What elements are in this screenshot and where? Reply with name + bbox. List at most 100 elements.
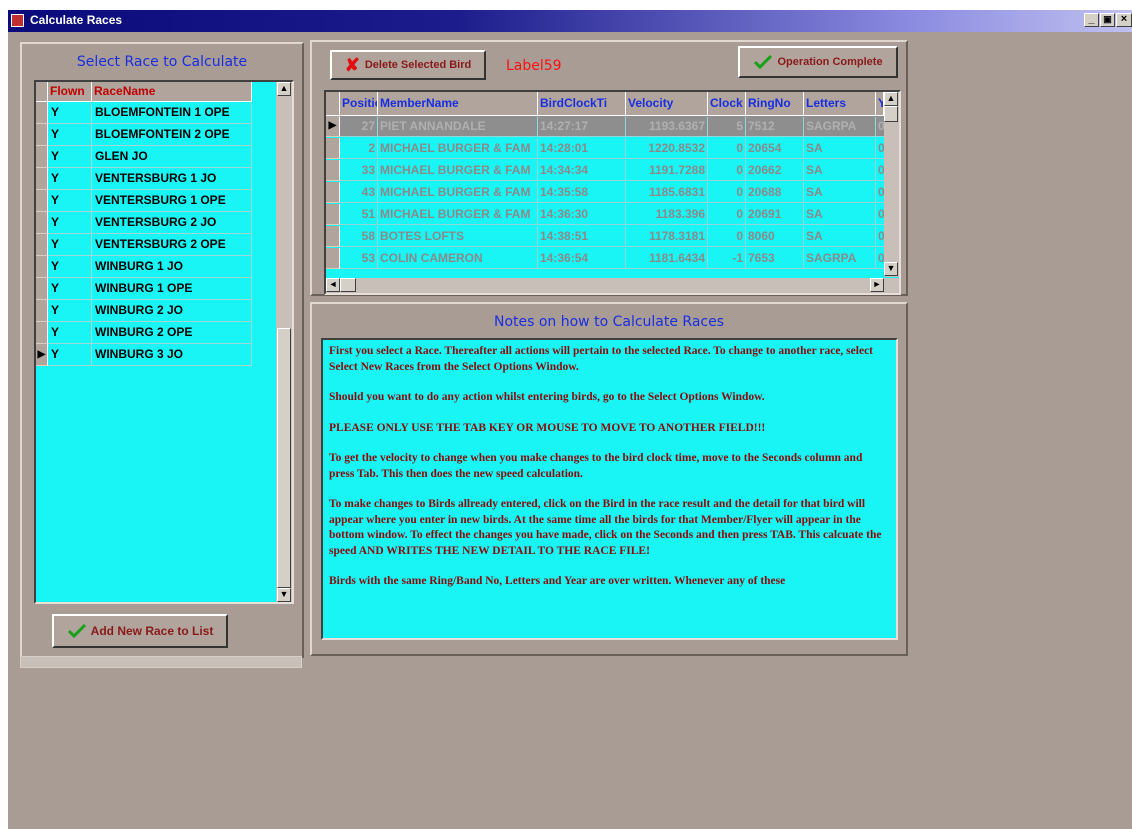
delete-selected-bird-button[interactable]: ✘ Delete Selected Bird [330,50,486,80]
row-selector[interactable] [36,190,48,212]
row-selector[interactable] [36,234,48,256]
race-list-item[interactable]: Y WINBURG 1 OPE [36,278,252,300]
race-list-scrollbar[interactable]: ▲ ▼ [276,82,292,602]
column-header-ringno[interactable]: RingNo [746,92,804,116]
scroll-thumb[interactable] [277,328,291,588]
row-selector[interactable] [326,138,340,159]
cell-velocity[interactable]: 1185.6831 [626,182,708,203]
race-list-item[interactable]: Y BLOEMFONTEIN 1 OPE [36,102,252,124]
race-list-item[interactable]: Y VENTERSBURG 1 JO [36,168,252,190]
cell-letters[interactable]: SA [804,204,876,225]
cell-bird-clock-time[interactable]: 14:38:51 [538,226,626,247]
race-list-item[interactable]: Y VENTERSBURG 2 JO [36,212,252,234]
cell-clock[interactable]: 5 [708,116,746,137]
column-header-flown[interactable]: Flown [48,82,92,102]
table-row[interactable]: 2 MICHAEL BURGER & FAM 14:28:01 1220.8532 0 2… [326,138,896,159]
cell-member-name[interactable]: MICHAEL BURGER & FAM [378,138,538,159]
row-selector[interactable] [36,256,48,278]
column-header-membername[interactable]: MemberName [378,92,538,116]
table-row[interactable]: 53 COLIN CAMERON 14:36:54 1181.6434 -1 7653 SA… [326,248,896,269]
close-button[interactable]: × [1116,13,1132,27]
cell-letters[interactable]: SAGRPA [804,248,876,269]
column-header-letters[interactable]: Letters [804,92,876,116]
title-bar[interactable]: Calculate Races [8,10,1132,32]
cell-velocity[interactable]: 1181.6434 [626,248,708,269]
cell-bird-clock-time[interactable]: 14:27:17 [538,116,626,137]
row-selector[interactable]: ▶ [326,116,340,137]
row-selector[interactable] [36,168,48,190]
cell-member-name[interactable]: COLIN CAMERON [378,248,538,269]
grid-scroll-down-arrow-icon[interactable]: ▼ [884,262,898,276]
race-results-grid[interactable]: Positio MemberName BirdClockTi Velocity … [324,90,901,295]
column-header-racename[interactable]: RaceName [92,82,252,102]
row-selector[interactable] [36,124,48,146]
race-list-item[interactable]: ▶ Y WINBURG 3 JO [36,344,252,366]
cell-bird-clock-time[interactable]: 14:36:54 [538,248,626,269]
restore-button[interactable]: ​▣ [1100,13,1115,27]
operation-complete-button[interactable]: Operation Complete [738,46,898,78]
grid-scroll-thumb[interactable] [884,106,898,122]
race-list-item[interactable]: Y GLEN JO [36,146,252,168]
column-header-birdclocktime[interactable]: BirdClockTi [538,92,626,116]
cell-member-name[interactable]: MICHAEL BURGER & FAM [378,182,538,203]
cell-ring-no[interactable]: 8060 [746,226,804,247]
cell-position[interactable]: 53 [340,248,378,269]
race-list[interactable]: Flown RaceName Y BLOEMFONTEIN 1 OPE Y BLOEM… [34,80,294,604]
scroll-down-arrow-icon[interactable]: ▼ [277,588,291,602]
cell-member-name[interactable]: BOTES LOFTS [378,226,538,247]
cell-position[interactable]: 58 [340,226,378,247]
race-list-item[interactable]: Y WINBURG 1 JO [36,256,252,278]
add-new-race-button[interactable]: Add New Race to List [52,614,228,648]
row-selector[interactable] [36,212,48,234]
cell-velocity[interactable]: 1191.7288 [626,160,708,181]
row-selector[interactable] [326,204,340,225]
row-selector[interactable] [36,278,48,300]
grid-scroll-up-arrow-icon[interactable]: ▲ [884,92,898,106]
race-list-item[interactable]: Y BLOEMFONTEIN 2 OPE [36,124,252,146]
race-list-item[interactable]: Y WINBURG 2 JO [36,300,252,322]
cell-letters[interactable]: SAGRPA [804,116,876,137]
cell-member-name[interactable]: PIET ANNANDALE [378,116,538,137]
cell-letters[interactable]: SA [804,138,876,159]
row-selector[interactable] [326,226,340,247]
row-selector[interactable] [36,300,48,322]
row-selector[interactable] [36,146,48,168]
cell-velocity[interactable]: 1220.8532 [626,138,708,159]
column-header-position[interactable]: Positio [340,92,378,116]
cell-clock[interactable]: 0 [708,226,746,247]
table-row[interactable]: 43 MICHAEL BURGER & FAM 14:35:58 1185.6831 0… [326,182,896,203]
cell-ring-no[interactable]: 7653 [746,248,804,269]
cell-position[interactable]: 43 [340,182,378,203]
cell-clock[interactable]: 0 [708,204,746,225]
cell-position[interactable]: 27 [340,116,378,137]
cell-bird-clock-time[interactable]: 14:36:30 [538,204,626,225]
cell-position[interactable]: 51 [340,204,378,225]
cell-clock[interactable]: 0 [708,182,746,203]
cell-bird-clock-time[interactable]: 14:28:01 [538,138,626,159]
row-selector[interactable] [36,102,48,124]
race-list-item[interactable]: Y VENTERSBURG 1 OPE [36,190,252,212]
column-header-year[interactable]: Y [876,92,884,116]
race-list-item[interactable]: Y VENTERSBURG 2 OPE [36,234,252,256]
grid-hscroll-thumb[interactable] [340,278,356,292]
grid-vertical-scrollbar[interactable]: ▲ ▼ [884,92,899,277]
cell-position[interactable]: 33 [340,160,378,181]
race-list-item[interactable]: Y WINBURG 2 OPE [36,322,252,344]
cell-bird-clock-time[interactable]: 14:34:34 [538,160,626,181]
cell-position[interactable]: 2 [340,138,378,159]
cell-letters[interactable]: SA [804,226,876,247]
grid-horizontal-scrollbar[interactable]: ◄ ► [326,278,899,293]
cell-velocity[interactable]: 1193.6367 [626,116,708,137]
table-row[interactable]: 51 MICHAEL BURGER & FAM 14:36:30 1183.396 0 2… [326,204,896,225]
row-selector[interactable] [326,182,340,203]
scroll-up-arrow-icon[interactable]: ▲ [277,82,291,96]
minimize-button[interactable]: _ [1084,13,1099,27]
cell-velocity[interactable]: 1178.3181 [626,226,708,247]
cell-letters[interactable]: SA [804,160,876,181]
table-row[interactable]: 33 MICHAEL BURGER & FAM 14:34:34 1191.7288 0… [326,160,896,181]
cell-letters[interactable]: SA [804,182,876,203]
row-selector[interactable]: ▶ [36,344,48,366]
grid-scroll-right-arrow-icon[interactable]: ► [870,278,884,292]
table-row[interactable]: ▶ 27 PIET ANNANDALE 14:27:17 1193.6367 5 7512 S… [326,116,896,137]
table-row[interactable]: 58 BOTES LOFTS 14:38:51 1178.3181 0 8060 SA 0 [326,226,896,247]
